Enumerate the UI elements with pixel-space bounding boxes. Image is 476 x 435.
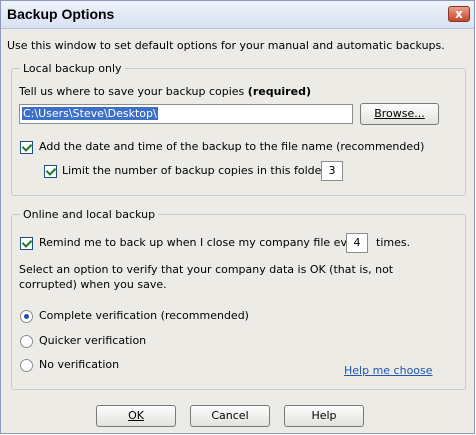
cancel-button[interactable]: Cancel	[190, 405, 270, 427]
close-icon: x	[455, 7, 463, 21]
radio-quicker-verification[interactable]	[20, 335, 33, 348]
backup-path-input[interactable]: C:\Users\Steve\Desktop\	[19, 104, 353, 124]
browse-button[interactable]: Browse...	[360, 103, 439, 125]
times-label: times.	[376, 236, 411, 249]
ok-button[interactable]: OK	[96, 405, 176, 427]
backup-options-dialog: Backup Options x Use this window to set …	[0, 0, 475, 434]
limit-copies-label: Limit the number of backup copies in thi…	[62, 164, 341, 177]
no-verification-label: No verification	[39, 358, 120, 371]
add-date-label: Add the date and time of the backup to t…	[39, 140, 425, 153]
help-me-choose-link[interactable]: Help me choose	[344, 364, 433, 377]
ok-label: OK	[128, 409, 144, 422]
backup-path-value: C:\Users\Steve\Desktop\	[22, 107, 158, 120]
intro-text: Use this window to set default options f…	[7, 39, 445, 52]
local-backup-group-title: Local backup only	[20, 62, 125, 75]
quicker-verification-label: Quicker verification	[39, 334, 147, 347]
browse-label: Browse...	[374, 107, 425, 120]
online-backup-group-title: Online and local backup	[20, 208, 159, 221]
required-marker: (required)	[247, 85, 311, 98]
radio-complete-verification[interactable]	[20, 310, 33, 323]
limit-copies-input[interactable]: 3	[321, 161, 343, 181]
verify-description-line2: corrupted) when you save.	[19, 278, 167, 291]
help-button[interactable]: Help	[284, 405, 364, 427]
path-prompt: Tell us where to save your backup copies…	[19, 85, 311, 98]
remind-checkbox[interactable]	[20, 237, 33, 250]
limit-copies-checkbox[interactable]	[44, 165, 57, 178]
cancel-label: Cancel	[211, 409, 249, 422]
remind-label: Remind me to back up when I close my com…	[39, 236, 365, 249]
remind-count-input[interactable]: 4	[346, 233, 368, 253]
complete-verification-label: Complete verification (recommended)	[39, 309, 249, 322]
close-button[interactable]: x	[448, 6, 470, 22]
verify-description-line1: Select an option to verify that your com…	[19, 263, 394, 276]
title-bar: Backup Options x	[1, 1, 474, 29]
help-label: Help	[311, 409, 337, 422]
path-prompt-text: Tell us where to save your backup copies	[19, 85, 245, 98]
add-date-checkbox[interactable]	[20, 141, 33, 154]
radio-no-verification[interactable]	[20, 359, 33, 372]
dialog-title: Backup Options	[7, 6, 115, 22]
